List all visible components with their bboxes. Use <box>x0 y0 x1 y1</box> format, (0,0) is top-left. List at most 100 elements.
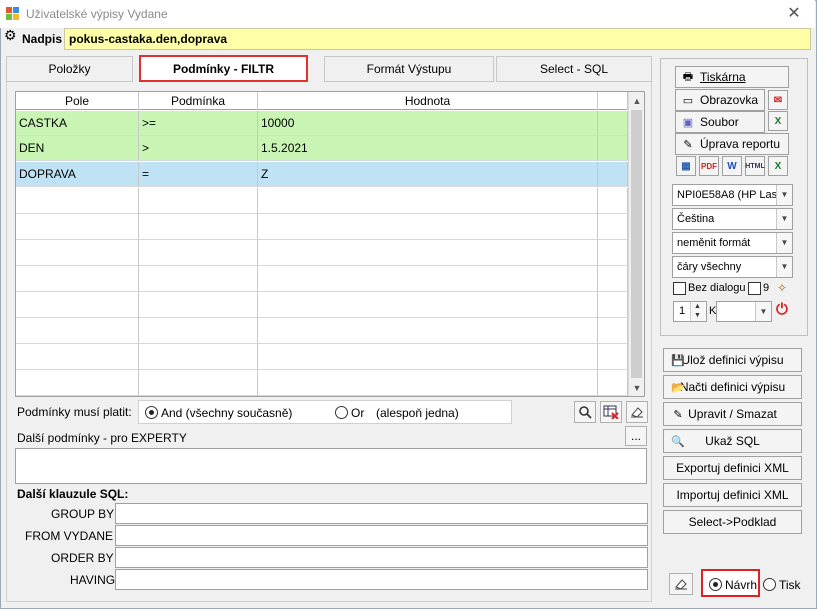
empty-cell[interactable] <box>139 344 258 370</box>
tisk-label[interactable]: Tisk <box>779 578 801 592</box>
empty-cell[interactable] <box>16 370 139 396</box>
obrazovka-button[interactable]: ▭ Obrazovka <box>675 89 765 111</box>
soubor-button[interactable]: ▣ Soubor <box>675 111 765 133</box>
empty-table-row[interactable] <box>16 188 628 214</box>
empty-cell[interactable] <box>16 188 139 214</box>
col-podminka[interactable]: Podmínka <box>139 92 258 110</box>
html-export-button[interactable]: HTML <box>745 156 765 176</box>
empty-cell[interactable] <box>258 292 598 318</box>
empty-cell[interactable] <box>139 370 258 396</box>
scroll-thumb[interactable] <box>631 110 642 378</box>
tab-podminky-filtr[interactable]: Podmínky - FILTR <box>139 55 308 82</box>
cell-hodnota[interactable]: 10000 <box>258 111 598 136</box>
empty-table-row[interactable] <box>16 344 628 370</box>
navrh-label[interactable]: Návrh <box>725 578 757 592</box>
empty-cell[interactable] <box>16 266 139 292</box>
lines-select[interactable]: čáry všechny ▼ <box>672 256 793 278</box>
bez-dialogu-checkbox[interactable] <box>673 282 686 295</box>
edit-delete-button[interactable]: ✎ Upravit / Smazat <box>663 402 802 426</box>
search-button[interactable] <box>574 401 596 423</box>
grid-scrollbar[interactable]: ▲ ▼ <box>628 92 644 396</box>
empty-cell[interactable] <box>139 318 258 344</box>
empty-cell[interactable] <box>139 266 258 292</box>
cell-pole[interactable]: DOPRAVA <box>16 162 139 187</box>
cell-pole[interactable]: DEN <box>16 136 139 161</box>
empty-table-row[interactable] <box>16 318 628 344</box>
empty-cell[interactable] <box>16 318 139 344</box>
scroll-up-icon[interactable]: ▲ <box>629 92 645 109</box>
radio-and-label[interactable]: And (všechny současně) <box>161 406 292 420</box>
empty-cell[interactable] <box>258 188 598 214</box>
save-definition-button[interactable]: 💾 Ulož definici výpisu <box>663 348 802 372</box>
empty-cell[interactable] <box>139 214 258 240</box>
pdf-export-button[interactable]: PDF <box>699 156 719 176</box>
empty-cell[interactable] <box>598 188 628 214</box>
empty-cell[interactable] <box>258 214 598 240</box>
chevron-down-icon[interactable]: ▼ <box>776 257 792 277</box>
radio-navrh[interactable] <box>709 578 722 591</box>
cell-pole[interactable]: CASTKA <box>16 111 139 136</box>
empty-cell[interactable] <box>16 344 139 370</box>
empty-cell[interactable] <box>598 292 628 318</box>
empty-cell[interactable] <box>258 266 598 292</box>
excel-button[interactable]: X <box>768 111 788 131</box>
table-row[interactable]: CASTKA >= 10000 <box>16 111 628 136</box>
empty-table-row[interactable] <box>16 214 628 240</box>
empty-cell[interactable] <box>139 188 258 214</box>
empty-table-row[interactable] <box>16 292 628 318</box>
col-hodnota[interactable]: Hodnota <box>258 92 598 110</box>
group-by-input[interactable] <box>115 503 648 524</box>
empty-cell[interactable] <box>16 240 139 266</box>
mode-navrh[interactable]: Návrh <box>701 569 760 597</box>
empty-cell[interactable] <box>258 240 598 266</box>
radio-or[interactable] <box>335 406 348 419</box>
settings-doc-icon[interactable]: ✧ <box>777 281 787 295</box>
nine-checkbox[interactable] <box>748 282 761 295</box>
load-definition-button[interactable]: 📂 Načti definici výpisu <box>663 375 802 399</box>
cell-podminka[interactable]: = <box>139 162 258 187</box>
empty-cell[interactable] <box>16 214 139 240</box>
table-row-selected[interactable]: DOPRAVA = Z <box>16 162 628 187</box>
cell-podminka[interactable]: > <box>139 136 258 161</box>
order-by-input[interactable] <box>115 547 648 568</box>
printer-select[interactable]: NPI0E58A8 (HP Lase ▼ <box>672 184 793 206</box>
cell-podminka[interactable]: >= <box>139 111 258 136</box>
empty-cell[interactable] <box>598 370 628 396</box>
excel-export-button[interactable]: X <box>768 156 788 176</box>
email-button[interactable]: ✉ <box>768 90 788 110</box>
having-input[interactable] <box>115 569 648 590</box>
word-export-button[interactable]: W <box>722 156 742 176</box>
clear-grid-button[interactable] <box>600 401 622 423</box>
tab-polozky[interactable]: Položky <box>6 56 133 82</box>
tiskarna-button[interactable]: 🖶 Tiskárna <box>675 66 789 88</box>
empty-cell[interactable] <box>598 240 628 266</box>
empty-table-row[interactable] <box>16 266 628 292</box>
k-select[interactable]: ▼ <box>716 301 772 322</box>
expert-more-button[interactable]: ... <box>625 426 647 446</box>
radio-and[interactable] <box>145 406 158 419</box>
format-select[interactable]: neměnit formát ▼ <box>672 232 793 254</box>
col-pole[interactable]: Pole <box>16 92 139 110</box>
empty-cell[interactable] <box>598 344 628 370</box>
scroll-down-icon[interactable]: ▼ <box>629 379 645 396</box>
tab-format-vystupu[interactable]: Formát Výstupu <box>324 56 494 82</box>
close-button[interactable]: ✕ <box>778 2 810 24</box>
table-row[interactable]: DEN > 1.5.2021 <box>16 136 628 161</box>
empty-cell[interactable] <box>598 214 628 240</box>
radio-tisk[interactable] <box>763 578 776 591</box>
language-select[interactable]: Čeština ▼ <box>672 208 793 230</box>
empty-cell[interactable] <box>258 370 598 396</box>
nadpis-input[interactable]: pokus-castaka.den,doprava <box>64 28 811 50</box>
empty-cell[interactable] <box>598 318 628 344</box>
empty-cell[interactable] <box>139 240 258 266</box>
chevron-down-icon[interactable]: ▼ <box>776 233 792 253</box>
tab-select-sql[interactable]: Select - SQL <box>496 56 652 82</box>
empty-cell[interactable] <box>258 344 598 370</box>
empty-table-row[interactable] <box>16 370 628 396</box>
expert-conditions-input[interactable] <box>15 448 647 484</box>
power-icon[interactable]: ⏻ <box>776 301 788 318</box>
empty-cell[interactable] <box>258 318 598 344</box>
import-xml-button[interactable]: Importuj definici XML <box>663 483 802 507</box>
chevron-down-icon[interactable]: ▼ <box>755 302 771 321</box>
eraser-button[interactable] <box>626 401 648 423</box>
